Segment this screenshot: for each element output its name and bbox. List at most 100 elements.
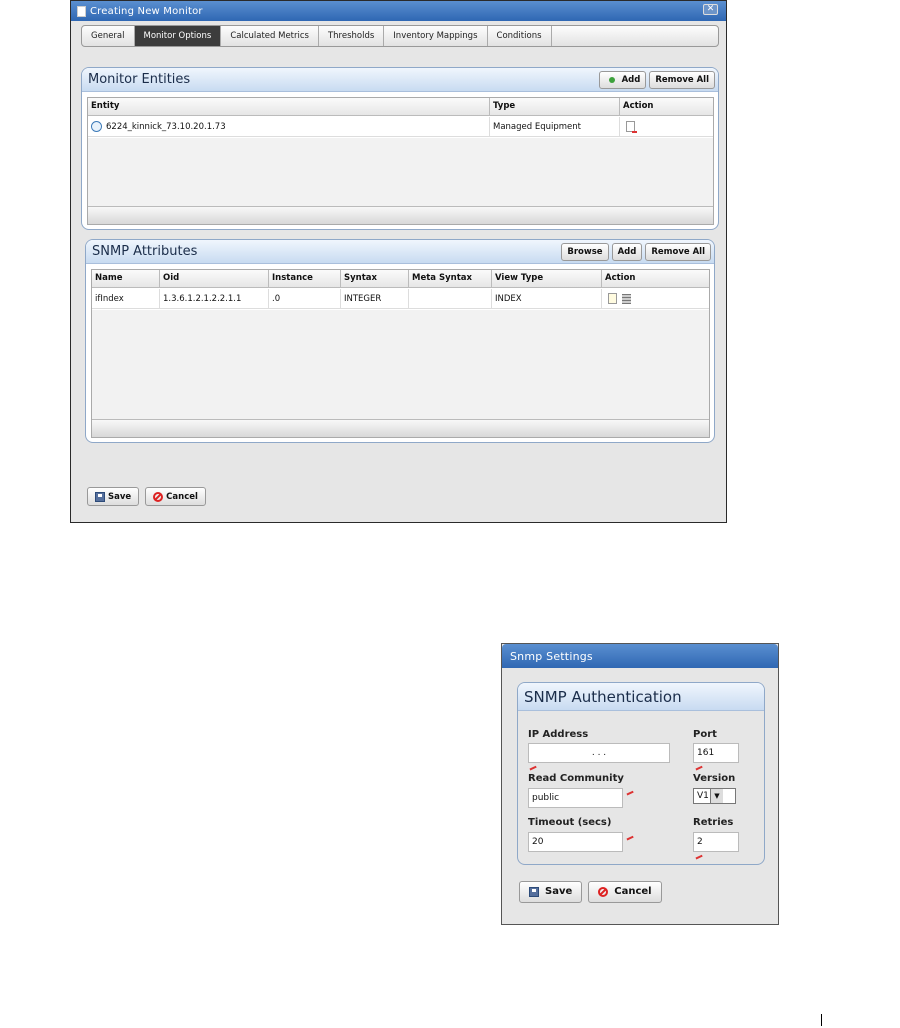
- remove-entity-icon[interactable]: [626, 121, 637, 133]
- required-icon: [695, 854, 704, 862]
- read-community-input[interactable]: public: [528, 788, 623, 808]
- entities-table-header: Entity Type Action: [88, 98, 713, 116]
- cancel-label: Cancel: [166, 491, 198, 502]
- retries-label: Retries: [693, 817, 734, 828]
- timeout-input[interactable]: 20: [528, 832, 623, 852]
- col-syntax[interactable]: Syntax: [341, 270, 409, 287]
- add-label: Add: [621, 75, 641, 85]
- required-icon: [695, 765, 704, 773]
- col-entity[interactable]: Entity: [88, 98, 490, 115]
- cancel-icon: [598, 887, 609, 897]
- version-value: V1: [697, 791, 709, 801]
- page-margin-mark: [821, 1014, 822, 1026]
- panel-header: SNMP Authentication: [518, 683, 764, 711]
- entities-table: Entity Type Action 6224_kinnick_73.10.20…: [87, 97, 714, 225]
- col-view-type[interactable]: View Type: [492, 270, 602, 287]
- tab-inventory-mappings[interactable]: Inventory Mappings: [384, 26, 488, 46]
- port-input[interactable]: 161: [693, 743, 739, 763]
- chevron-down-icon[interactable]: ▼: [710, 789, 723, 803]
- table-icon[interactable]: [622, 293, 631, 304]
- entity-cell: 6224_kinnick_73.10.20.1.73: [88, 117, 490, 136]
- action-cell: [602, 289, 709, 308]
- meta-syntax-cell: [409, 289, 492, 308]
- monitor-entities-title: Monitor Entities: [88, 72, 191, 87]
- monitor-entities-panel: Monitor Entities Add Remove All Entity T…: [81, 67, 719, 230]
- dell-device-icon: [91, 121, 102, 132]
- name-cell: ifIndex: [92, 289, 160, 308]
- save-icon: [529, 887, 539, 897]
- col-action[interactable]: Action: [620, 98, 713, 115]
- col-meta-syntax[interactable]: Meta Syntax: [409, 270, 492, 287]
- remove-all-entities-button[interactable]: Remove All: [649, 71, 715, 89]
- col-action[interactable]: Action: [602, 270, 709, 287]
- col-type[interactable]: Type: [490, 98, 620, 115]
- snmp-attributes-title: SNMP Attributes: [92, 244, 198, 259]
- table-row[interactable]: ifIndex 1.3.6.1.2.1.2.2.1.1 .0 INTEGER I…: [92, 289, 709, 309]
- tab-thresholds[interactable]: Thresholds: [319, 26, 385, 46]
- cancel-button[interactable]: Cancel: [145, 487, 206, 506]
- browse-button[interactable]: Browse: [561, 243, 609, 261]
- read-community-label: Read Community: [528, 773, 624, 784]
- edit-icon[interactable]: [608, 293, 617, 304]
- oid-cell: 1.3.6.1.2.1.2.2.1.1: [160, 289, 269, 308]
- cancel-icon: [153, 491, 164, 502]
- timeout-label: Timeout (secs): [528, 817, 612, 828]
- ip-address-label: IP Address: [528, 729, 589, 740]
- retries-input[interactable]: 2: [693, 832, 739, 852]
- snmp-settings-dialog: Snmp Settings SNMP Authentication IP Add…: [501, 643, 779, 925]
- save-button[interactable]: Save: [87, 487, 140, 506]
- version-select[interactable]: V1 ▼: [693, 788, 736, 804]
- ip-address-input[interactable]: . . .: [528, 743, 670, 763]
- tab-general[interactable]: General: [82, 26, 135, 46]
- dialog-footer: Save Cancel: [519, 881, 662, 903]
- tab-conditions[interactable]: Conditions: [488, 26, 552, 46]
- table-empty-area: [92, 310, 709, 419]
- col-name[interactable]: Name: [92, 270, 160, 287]
- creating-new-monitor-dialog: Creating New Monitor ✕ General Monitor O…: [70, 0, 727, 523]
- table-row[interactable]: 6224_kinnick_73.10.20.1.73 Managed Equip…: [88, 117, 713, 137]
- table-footer: [88, 206, 713, 224]
- add-entity-button[interactable]: Add: [598, 71, 647, 89]
- required-icon: [626, 790, 635, 798]
- close-icon[interactable]: ✕: [703, 4, 718, 15]
- instance-cell: .0: [269, 289, 341, 308]
- tab-bar: General Monitor Options Calculated Metri…: [81, 25, 719, 47]
- required-icon: [529, 765, 538, 773]
- cancel-button[interactable]: Cancel: [588, 881, 662, 903]
- save-label: Save: [108, 491, 132, 502]
- add-attribute-button[interactable]: Add: [611, 243, 643, 261]
- dialog-title: Snmp Settings: [510, 649, 593, 663]
- table-empty-area: [88, 138, 713, 206]
- view-type-cell: INDEX: [492, 289, 602, 308]
- snmp-authentication-title: SNMP Authentication: [524, 688, 682, 706]
- col-oid[interactable]: Oid: [160, 270, 269, 287]
- remove-all-attributes-button[interactable]: Remove All: [645, 243, 711, 261]
- panel-header: SNMP Attributes Browse Add Remove All: [86, 240, 714, 264]
- dialog-titlebar[interactable]: Snmp Settings: [502, 644, 778, 668]
- tab-calculated-metrics[interactable]: Calculated Metrics: [221, 26, 319, 46]
- dialog-title: Creating New Monitor: [90, 5, 203, 17]
- save-icon: [95, 491, 105, 502]
- action-cell: [620, 117, 713, 136]
- panel-header: Monitor Entities Add Remove All: [82, 68, 718, 92]
- cancel-label: Cancel: [614, 886, 652, 897]
- save-button[interactable]: Save: [519, 881, 583, 903]
- required-icon: [626, 835, 635, 843]
- snmp-attributes-table: Name Oid Instance Syntax Meta Syntax Vie…: [91, 269, 710, 438]
- snmp-authentication-panel: SNMP Authentication IP Address . . . Por…: [517, 682, 765, 865]
- snmp-attributes-panel: SNMP Attributes Browse Add Remove All Na…: [85, 239, 715, 443]
- port-label: Port: [693, 729, 717, 740]
- type-cell: Managed Equipment: [490, 117, 620, 136]
- document-icon: [77, 5, 86, 17]
- col-instance[interactable]: Instance: [269, 270, 341, 287]
- dialog-footer: Save Cancel: [87, 487, 206, 506]
- version-label: Version: [693, 773, 736, 784]
- entity-name: 6224_kinnick_73.10.20.1.73: [106, 121, 226, 132]
- dialog-titlebar[interactable]: Creating New Monitor ✕: [71, 1, 726, 21]
- save-label: Save: [545, 886, 573, 897]
- add-icon: [608, 77, 615, 83]
- snmp-table-header: Name Oid Instance Syntax Meta Syntax Vie…: [92, 270, 709, 288]
- syntax-cell: INTEGER: [341, 289, 409, 308]
- table-footer: [92, 419, 709, 437]
- tab-monitor-options[interactable]: Monitor Options: [134, 26, 222, 46]
